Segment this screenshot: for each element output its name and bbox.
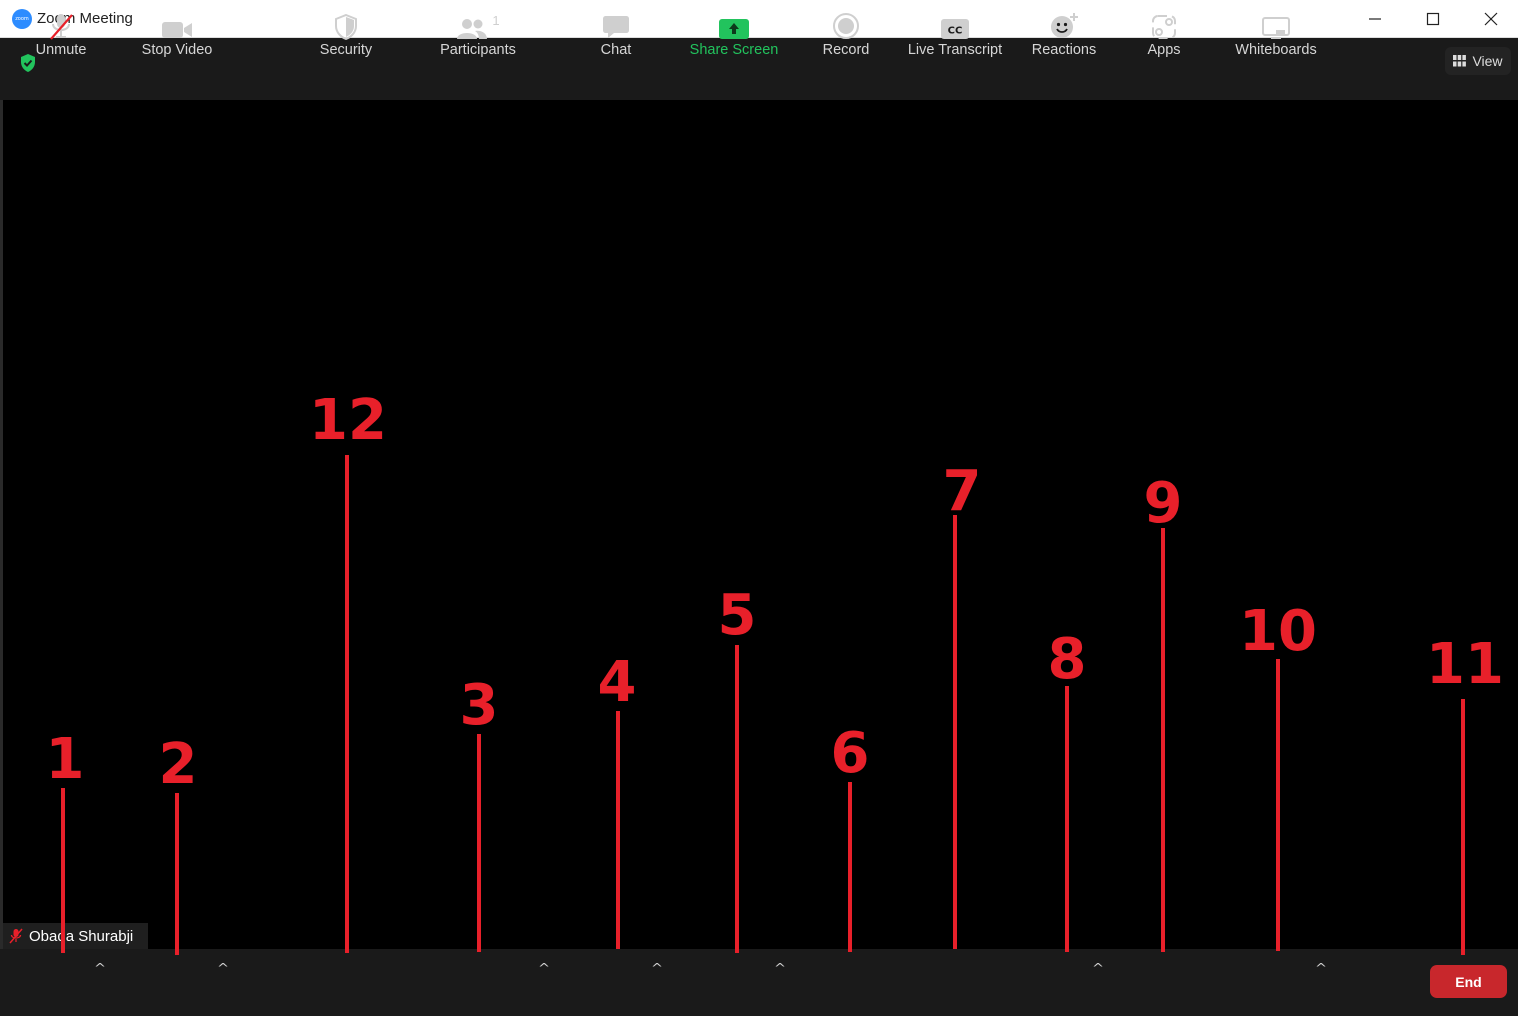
annotation-line [1065, 686, 1069, 952]
apps-button[interactable]: Apps [1138, 0, 1190, 67]
annotation-line [345, 455, 349, 953]
annotation-number: 12 [309, 388, 387, 453]
annotation-line [735, 645, 739, 953]
whiteboards-button[interactable]: Whiteboards [1226, 0, 1326, 67]
shield-icon [335, 14, 357, 40]
share-screen-icon [719, 19, 749, 39]
close-icon [1484, 12, 1498, 26]
annotation-number: 11 [1426, 632, 1504, 697]
annotation-line [175, 793, 179, 955]
participants-icon [457, 19, 488, 39]
annotation-number: 8 [1047, 627, 1087, 692]
apps-label: Apps [1147, 42, 1181, 58]
grid-icon [1453, 55, 1467, 67]
minimize-icon [1369, 18, 1381, 20]
participants-options-caret[interactable]: ^ [538, 961, 550, 975]
annotation-number: 3 [459, 673, 499, 738]
annotation-line [1461, 699, 1465, 955]
muted-mic-icon [9, 928, 23, 944]
record-icon [833, 13, 859, 39]
closed-caption-icon: CC [941, 19, 969, 39]
annotation-line [953, 515, 957, 949]
chat-options-caret[interactable]: ^ [651, 961, 663, 975]
video-camera-icon [162, 22, 192, 38]
minimize-button[interactable] [1346, 0, 1404, 38]
participant-nametag: Obada Shurabji [3, 923, 148, 949]
annotation-line [61, 788, 65, 953]
annotation-line [848, 782, 852, 952]
annotation-number: 4 [597, 650, 637, 715]
share-screen-button[interactable]: Share Screen [684, 0, 784, 67]
apps-icon [1152, 15, 1176, 39]
meeting-toolbar [0, 949, 1518, 1016]
view-label: View [1472, 53, 1503, 69]
smiley-plus-icon [1051, 13, 1078, 38]
unmute-label: Unmute [35, 42, 87, 58]
security-button[interactable]: Security [311, 0, 381, 67]
whiteboards-label: Whiteboards [1235, 42, 1317, 58]
annotation-number: 1 [45, 727, 85, 792]
video-options-caret[interactable]: ^ [217, 961, 229, 975]
participant-name: Obada Shurabji [29, 927, 134, 945]
live-transcript-button[interactable]: CC Live Transcript [900, 0, 1010, 67]
participants-label: Participants [440, 42, 516, 58]
annotation-line [1276, 659, 1280, 951]
maximize-button[interactable] [1404, 0, 1462, 38]
security-label: Security [319, 42, 373, 58]
close-button[interactable] [1462, 0, 1518, 38]
end-meeting-button[interactable]: End [1430, 965, 1507, 998]
annotation-number: 7 [942, 459, 982, 524]
reactions-button[interactable]: Reactions [1025, 0, 1103, 67]
participants-button[interactable]: 1 Participants [432, 0, 524, 67]
chat-bubble-icon [603, 16, 629, 38]
muted-mic-icon [50, 14, 73, 40]
annotation-number: 6 [830, 721, 870, 786]
record-button[interactable]: Record [815, 0, 877, 67]
annotation-number: 2 [158, 732, 198, 797]
annotation-line [477, 734, 481, 952]
participants-count: 1 [492, 13, 500, 28]
reactions-options-caret[interactable]: ^ [1092, 961, 1104, 975]
live-transcript-label: Live Transcript [907, 42, 1003, 58]
whiteboard-icon [1262, 17, 1290, 39]
annotation-line [616, 711, 620, 949]
video-stage [0, 100, 1518, 949]
annotation-line [1161, 528, 1165, 952]
chat-label: Chat [600, 42, 632, 58]
svg-text:CC: CC [948, 26, 963, 37]
annotation-number: 9 [1143, 471, 1183, 536]
annotation-number: 5 [717, 583, 757, 648]
audio-options-caret[interactable]: ^ [94, 961, 106, 975]
annotation-number: 10 [1239, 599, 1317, 664]
maximize-icon [1426, 12, 1440, 26]
share-options-caret[interactable]: ^ [774, 961, 786, 975]
stop-video-label: Stop Video [141, 42, 213, 58]
share-screen-label: Share Screen [689, 42, 779, 58]
chat-button[interactable]: Chat [591, 0, 641, 67]
whiteboards-options-caret[interactable]: ^ [1315, 961, 1327, 975]
reactions-label: Reactions [1031, 42, 1097, 58]
unmute-button[interactable]: Unmute [26, 0, 96, 67]
record-label: Record [822, 42, 870, 58]
stop-video-button[interactable]: Stop Video [134, 0, 220, 67]
view-button[interactable]: View [1445, 47, 1511, 75]
